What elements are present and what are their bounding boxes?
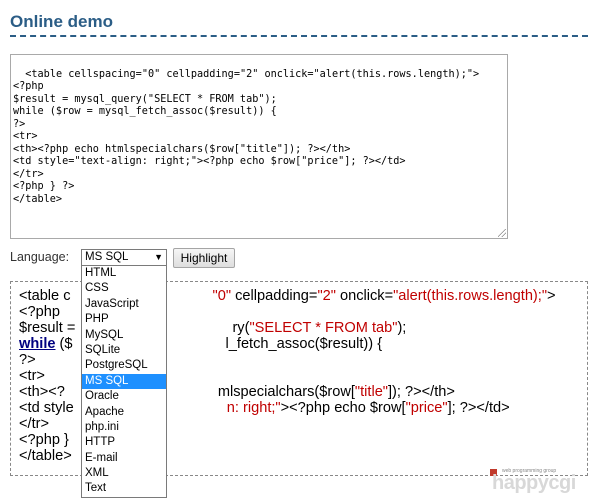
string-token: "0" [212,288,232,304]
code-token: ?> [19,352,36,368]
language-select-value: MS SQL [85,251,129,263]
language-option[interactable]: HTTP [82,435,166,450]
code-token: </table> [19,448,72,464]
code-token: $result = [19,320,80,336]
string-token: "SELECT * FROM tab" [249,320,398,336]
language-select[interactable]: MS SQL ▼ [81,249,167,266]
language-option[interactable]: Oracle [82,389,166,404]
string-token: "price" [405,400,448,416]
string-token: "2" [317,288,336,304]
language-option[interactable]: Text [82,481,166,496]
dropdown-arrow-icon[interactable]: ▼ [154,250,163,265]
code-token: onclick= [335,288,394,304]
language-option[interactable]: MySQL [82,328,166,343]
code-token: mlspecialchars($row[ [217,384,355,400]
code-token: <table c [19,288,71,304]
code-token: <?php } [19,432,69,448]
code-token: ry( [232,320,250,336]
code-token: cellpadding= [231,288,318,304]
language-option[interactable]: CSS [82,281,166,296]
language-option[interactable]: PostgreSQL [82,358,166,373]
language-option[interactable]: MS SQL [82,373,166,390]
brand-logo: web programming group happycgi [490,468,582,496]
language-option[interactable]: JavaScript [82,297,166,312]
code-token: <tr> [19,368,45,384]
string-token: n: right;" [226,400,281,416]
resize-grip-icon[interactable] [498,229,506,237]
code-token: ><?php echo $row[ [280,400,406,416]
language-dropdown-list[interactable]: HTML CSS JavaScript PHP MySQL SQLite PostgreSQ… [81,265,167,498]
code-token: > [547,288,556,304]
code-text[interactable]: <table cellspacing="0" cellpadding="2" o… [13,69,479,205]
language-option[interactable]: HTML [82,266,166,281]
code-token: l_fetch_assoc($result)) { [225,336,383,352]
language-option[interactable]: PHP [82,312,166,327]
code-textarea[interactable]: <table cellspacing="0" cellpadding="2" o… [10,54,508,239]
page-title: Online demo [10,12,113,31]
code-token: ]); ?></th> [388,384,455,400]
language-option[interactable]: Apache [82,405,166,420]
language-option[interactable]: XML [82,466,166,481]
highlight-button[interactable]: Highlight [173,248,235,268]
language-option[interactable]: E-mail [82,451,166,466]
keyword-token: while [19,336,56,352]
code-token: <th><? [19,384,65,400]
logo-brand: happycgi [492,472,576,494]
string-token: "title" [354,384,388,400]
code-token: ); [397,320,407,336]
title-divider [10,35,588,37]
language-option[interactable]: php.ini [82,420,166,435]
language-label: Language: [10,250,70,264]
code-token: <td style [19,400,74,416]
language-option[interactable]: SQLite [82,343,166,358]
code-token: </tr> [19,416,50,432]
code-token: ($ [55,336,73,352]
code-token: ]; ?></td> [447,400,510,416]
code-token: <?php [19,304,60,320]
string-token: "alert(this.rows.length);" [393,288,548,304]
